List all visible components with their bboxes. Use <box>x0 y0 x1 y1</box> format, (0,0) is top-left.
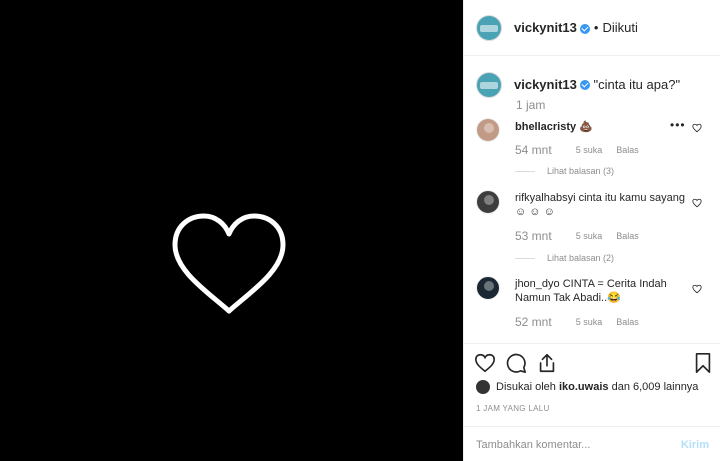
divider <box>515 170 535 172</box>
comment-like-icon[interactable] <box>692 123 702 133</box>
commenter-avatar[interactable] <box>476 276 500 300</box>
liker-avatar[interactable] <box>476 380 490 394</box>
add-comment-bar: Kirim <box>464 426 720 461</box>
comment-age: 53 mnt <box>515 229 552 243</box>
comment-age: 54 mnt <box>515 143 552 157</box>
commenter-username[interactable]: rifkyalhabsyi <box>515 192 576 204</box>
reply-button[interactable]: Balas <box>616 145 639 155</box>
reply-button[interactable]: Balas <box>616 231 639 241</box>
comment-age: 52 mnt <box>515 315 552 329</box>
caption-age: 1 jam <box>516 98 546 112</box>
reply-button[interactable]: Balas <box>616 317 639 327</box>
liked-by-user[interactable]: iko.uwais <box>559 381 609 393</box>
commenter-avatar[interactable] <box>476 190 500 214</box>
author-avatar[interactable] <box>476 14 502 41</box>
post-panel: vickynit13 • Diikuti vickynit13 "cinta i… <box>463 0 720 461</box>
comment-icon[interactable] <box>505 352 527 374</box>
divider <box>515 257 535 259</box>
post-timestamp: 1 JAM YANG LALU <box>476 404 550 413</box>
verified-badge-icon <box>579 23 590 34</box>
comment-likes[interactable]: 5 suka <box>576 145 603 155</box>
liked-by-suffix[interactable]: dan 6,009 lainnya <box>612 381 699 393</box>
comment-likes[interactable]: 5 suka <box>576 231 603 241</box>
comment-likes[interactable]: 5 suka <box>576 317 603 327</box>
commenter-username[interactable]: jhon_dyo <box>515 278 560 290</box>
post-media[interactable] <box>0 0 463 461</box>
commenter-avatar[interactable] <box>476 118 500 142</box>
separator-dot: • <box>593 20 599 35</box>
caption: vickynit13 "cinta itu apa?" <box>476 72 680 98</box>
action-icons <box>474 352 714 376</box>
post-actions: Disukai oleh iko.uwais dan 6,009 lainnya… <box>464 343 720 461</box>
author-avatar[interactable] <box>476 72 502 98</box>
heart-icon[interactable] <box>474 352 496 374</box>
more-options-icon[interactable]: ••• <box>670 118 686 132</box>
follow-status-button[interactable]: Diikuti <box>602 20 637 35</box>
view-replies-button[interactable]: Lihat balasan (3) <box>515 166 614 176</box>
comment-input[interactable] <box>476 438 681 451</box>
post-header: vickynit13 • Diikuti <box>464 0 720 56</box>
view-replies-button[interactable]: Lihat balasan (2) <box>515 253 614 263</box>
commenter-username[interactable]: bhellacristy <box>515 121 576 133</box>
bookmark-icon[interactable] <box>692 352 714 374</box>
heart-outline-icon <box>172 213 286 314</box>
comment-like-icon[interactable] <box>692 284 702 294</box>
caption-text: "cinta itu apa?" <box>593 77 681 92</box>
comment-like-icon[interactable] <box>692 198 702 208</box>
comments-list[interactable]: vickynit13 "cinta itu apa?" 1 jam bhella… <box>464 56 720 343</box>
liked-by-prefix: Disukai oleh <box>496 381 556 393</box>
caption-username[interactable]: vickynit13 <box>514 77 577 92</box>
share-icon[interactable] <box>536 352 558 374</box>
post-comment-button[interactable]: Kirim <box>681 439 709 451</box>
verified-badge-icon <box>579 80 590 90</box>
view-replies-label[interactable]: Lihat balasan (2) <box>547 253 614 263</box>
liked-by: Disukai oleh iko.uwais dan 6,009 lainnya <box>476 380 698 394</box>
comment-text: 💩 <box>579 121 593 133</box>
author-username[interactable]: vickynit13 <box>514 20 577 35</box>
view-replies-label[interactable]: Lihat balasan (3) <box>547 166 614 176</box>
